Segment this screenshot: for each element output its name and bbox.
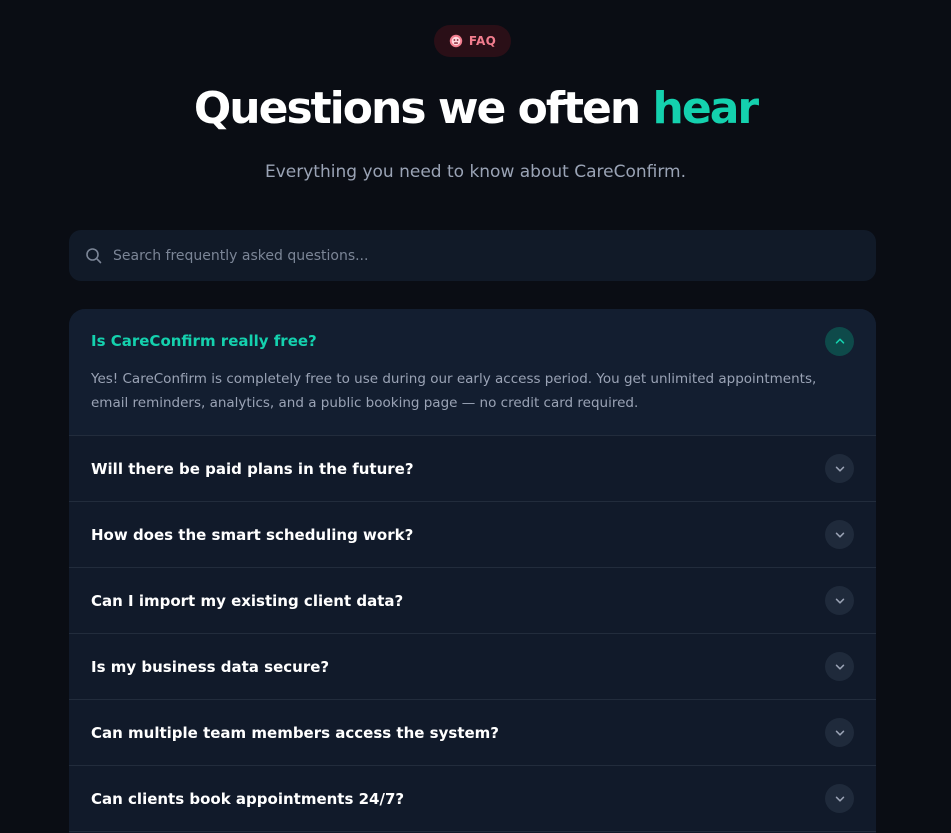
faq-question-toggle[interactable]: Can clients book appointments 24/7? — [69, 766, 876, 831]
faq-question-toggle[interactable]: How does the smart scheduling work? — [69, 502, 876, 567]
expand-button[interactable] — [825, 520, 854, 549]
faq-item: How does the smart scheduling work? — [69, 502, 876, 568]
expand-button[interactable] — [825, 718, 854, 747]
search-input[interactable] — [113, 230, 876, 281]
expand-button[interactable] — [825, 652, 854, 681]
faq-item: Can multiple team members access the sys… — [69, 700, 876, 766]
faq-item: Is CareConfirm really free? Yes! CareCon… — [69, 309, 876, 436]
faq-item: Is my business data secure? — [69, 634, 876, 700]
page-subtitle: Everything you need to know about CareCo… — [265, 162, 686, 182]
title-accent: hear — [652, 83, 760, 134]
faq-page: FAQ Questions we often hear Everything y… — [0, 0, 951, 833]
chevron-down-icon — [835, 532, 844, 538]
faq-item: Will there be paid plans in the future? — [69, 436, 876, 502]
expand-button[interactable] — [825, 784, 854, 813]
chevron-down-icon — [835, 466, 844, 472]
faq-question-toggle[interactable]: Is CareConfirm really free? — [69, 309, 876, 373]
faq-question-toggle[interactable]: Will there be paid plans in the future? — [69, 436, 876, 501]
chevron-down-icon — [835, 598, 844, 604]
title-main: Questions we often — [193, 83, 641, 134]
faq-question: Is CareConfirm really free? — [91, 332, 317, 350]
faq-question: Will there be paid plans in the future? — [91, 459, 414, 478]
chevron-down-icon — [835, 796, 844, 802]
collapse-button[interactable] — [825, 326, 854, 356]
faq-question: Can I import my existing client data? — [91, 591, 404, 610]
faq-question: Can multiple team members access the sys… — [91, 723, 499, 742]
badge-emoji-icon — [449, 34, 463, 48]
faq-item: Can I import my existing client data? — [69, 568, 876, 634]
expand-button[interactable] — [825, 454, 854, 483]
search-bar[interactable] — [69, 230, 876, 281]
faq-list: Is CareConfirm really free? Yes! CareCon… — [69, 309, 876, 833]
faq-question-toggle[interactable]: Can I import my existing client data? — [69, 568, 876, 633]
faq-answer: Yes! CareConfirm is completely free to u… — [91, 371, 817, 411]
faq-question-toggle[interactable]: Can multiple team members access the sys… — [69, 700, 876, 765]
faq-item: Can clients book appointments 24/7? — [69, 766, 876, 832]
page-title: Questions we often hear — [0, 78, 951, 140]
search-icon — [86, 247, 102, 263]
chevron-down-icon — [835, 730, 844, 736]
faq-badge: FAQ — [434, 25, 511, 57]
faq-question: Can clients book appointments 24/7? — [91, 789, 405, 808]
faq-question: How does the smart scheduling work? — [91, 525, 414, 544]
faq-question: Is my business data secure? — [91, 657, 330, 676]
badge-label: FAQ — [468, 34, 497, 48]
faq-question-toggle[interactable]: Is my business data secure? — [69, 634, 876, 699]
chevron-down-icon — [835, 664, 844, 670]
expand-button[interactable] — [825, 586, 854, 615]
chevron-up-icon — [835, 338, 844, 344]
